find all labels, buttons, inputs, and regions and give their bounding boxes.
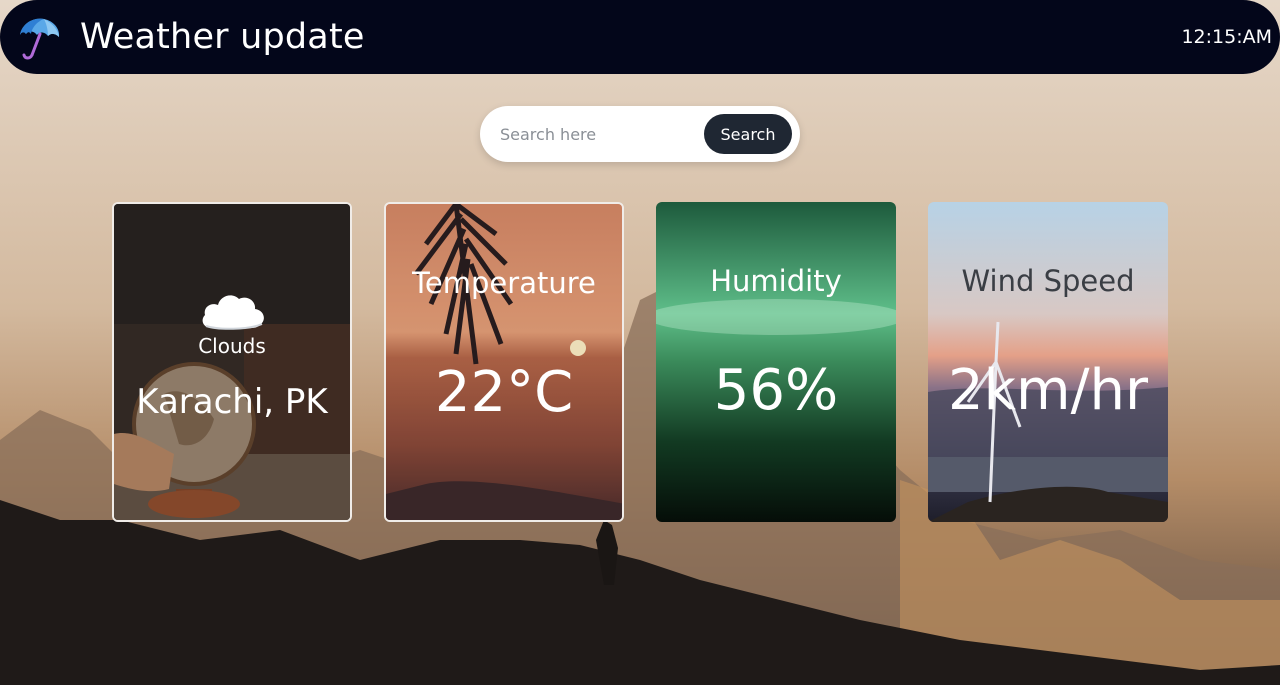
- navbar: Weather update 12:15:AM: [0, 0, 1280, 74]
- condition-label: Clouds: [198, 334, 266, 358]
- wind-speed-card-content: Wind Speed 2km/hr: [928, 202, 1168, 522]
- wind-speed-title: Wind Speed: [961, 264, 1135, 298]
- temperature-card-content: Temperature 22°C: [386, 204, 622, 520]
- location-card: Clouds Karachi, PK: [112, 202, 352, 522]
- humidity-title: Humidity: [710, 264, 842, 298]
- location-card-content: Clouds Karachi, PK: [114, 204, 350, 520]
- umbrella-icon: [20, 18, 60, 60]
- search-input[interactable]: [500, 124, 704, 144]
- humidity-value: 56%: [713, 358, 839, 423]
- wind-speed-card: Wind Speed 2km/hr: [928, 202, 1168, 522]
- temperature-title: Temperature: [412, 266, 596, 300]
- search-bar: Search: [480, 106, 800, 162]
- brand: Weather update: [12, 11, 365, 63]
- search-button[interactable]: Search: [704, 114, 792, 154]
- temperature-card: Temperature 22°C: [384, 202, 624, 522]
- city-label: Karachi, PK: [136, 382, 328, 422]
- humidity-card-content: Humidity 56%: [656, 202, 896, 522]
- humidity-card: Humidity 56%: [656, 202, 896, 522]
- app-title: Weather update: [80, 17, 365, 57]
- temperature-value: 22°C: [434, 360, 574, 425]
- wind-speed-value: 2km/hr: [948, 358, 1148, 423]
- cloud-icon: [202, 295, 264, 330]
- clock-time: 12:15:AM: [1181, 26, 1272, 48]
